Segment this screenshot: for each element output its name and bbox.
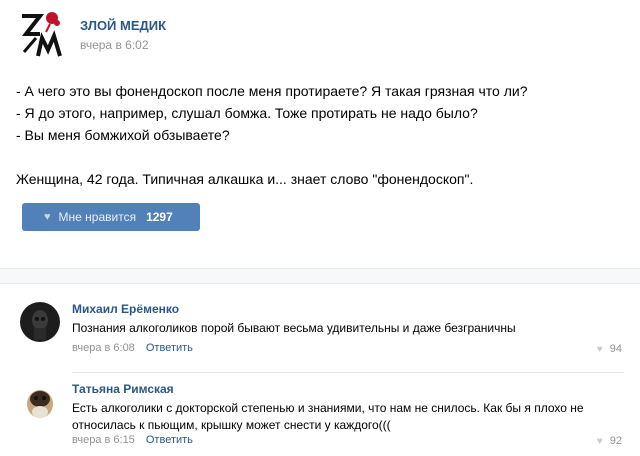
comment-like-button[interactable]: ♥ 92 [597, 435, 622, 447]
avatar[interactable] [20, 382, 60, 422]
heart-icon: ♥ [596, 436, 603, 447]
comment-divider [72, 372, 624, 373]
comment-meta: вчера в 6:15 Ответить [72, 434, 193, 446]
skull-avatar-icon [20, 302, 60, 342]
comment-time[interactable]: вчера в 6:15 [72, 434, 135, 446]
post-text-line: - А чего это вы фонендоскоп после меня п… [16, 83, 528, 99]
post-text: - А чего это вы фонендоскоп после меня п… [16, 80, 616, 190]
pug-avatar-icon [20, 382, 60, 422]
post-time[interactable]: вчера в 6:02 [80, 38, 149, 52]
comment-meta: вчера в 6:08 Ответить [72, 342, 193, 354]
comment-text: Познания алкоголиков порой бывают весьма… [72, 321, 516, 335]
heart-icon: ♥ [44, 211, 51, 223]
comment-like-button[interactable]: ♥ 94 [597, 343, 622, 355]
reply-button[interactable]: Ответить [146, 342, 193, 354]
avatar[interactable] [20, 302, 60, 342]
like-label: Мне нравится [58, 210, 137, 224]
post-author[interactable]: ЗЛОЙ МЕДИК [80, 18, 166, 33]
post-text-line: Женщина, 42 года. Типичная алкашка и... … [16, 171, 474, 187]
comment: Татьяна Римская Есть алкоголики с доктор… [0, 376, 640, 456]
post-text-line: - Я до этого, например, слушал бомжа. То… [16, 105, 478, 121]
zm-logo-icon [21, 12, 62, 57]
comment-author[interactable]: Михаил Ерёменко [72, 302, 179, 316]
post-text-line: - Вы меня бомжихой обзываете? [16, 127, 230, 143]
comment-like-count: 94 [609, 343, 622, 355]
post-comments-separator [0, 268, 640, 284]
comment-time[interactable]: вчера в 6:08 [72, 342, 135, 354]
comment: Михаил Ерёменко Познания алкоголиков пор… [0, 296, 640, 372]
heart-icon: ♥ [596, 344, 603, 355]
comment-author[interactable]: Татьяна Римская [72, 382, 174, 396]
like-count: 1297 [146, 210, 173, 224]
like-button[interactable]: ♥ Мне нравится 1297 [22, 203, 200, 231]
reply-button[interactable]: Ответить [146, 434, 193, 446]
community-logo[interactable] [16, 8, 66, 58]
comment-text: Есть алкоголики с докторской степенью и … [72, 401, 584, 432]
comment-like-count: 92 [609, 435, 622, 447]
post: ЗЛОЙ МЕДИК вчера в 6:02 - А чего это вы … [0, 0, 640, 268]
